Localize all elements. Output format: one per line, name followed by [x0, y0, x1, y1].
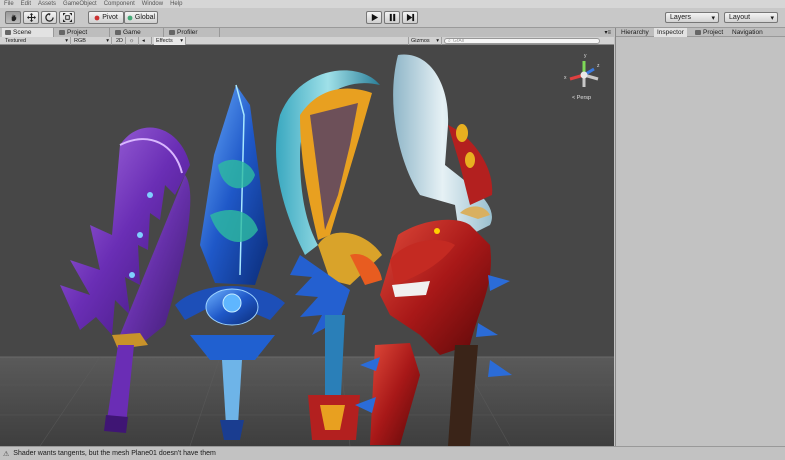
chevron-down-icon: ▾: [711, 14, 715, 22]
inspector-panel: Hierarchy Inspector Project Navigation: [615, 28, 785, 446]
warning-icon: ⚠: [3, 450, 10, 458]
draw-mode-dropdown[interactable]: Textured ▾: [3, 37, 71, 45]
gizmos-dropdown[interactable]: Gizmos ▾: [408, 37, 442, 45]
panel-menu-icon[interactable]: ▾≡: [604, 29, 611, 36]
menu-component[interactable]: Component: [104, 1, 135, 7]
tab-game[interactable]: Game: [112, 28, 164, 37]
tab-hierarchy[interactable]: Hierarchy: [618, 28, 652, 37]
menu-edit[interactable]: Edit: [21, 1, 31, 7]
pivot-icon: [94, 15, 100, 20]
tab-right-project[interactable]: Project: [692, 28, 726, 37]
folder-icon: [59, 30, 65, 35]
render-mode-dropdown[interactable]: RGB ▾: [72, 37, 112, 45]
search-icon: ⌕: [448, 38, 451, 44]
chevron-down-icon: ▾: [436, 38, 439, 44]
speaker-icon: ◂: [142, 38, 145, 44]
profiler-icon: [169, 30, 175, 35]
menu-file[interactable]: File: [4, 1, 14, 7]
pause-button[interactable]: [384, 11, 400, 24]
move-tool-button[interactable]: [23, 11, 39, 24]
globe-icon: [127, 15, 133, 20]
menu-assets[interactable]: Assets: [38, 1, 56, 7]
folder-icon: [695, 30, 701, 35]
audio-toggle[interactable]: ◂: [140, 37, 152, 45]
rotate-icon: [44, 13, 54, 22]
scene-tab-row: Scene Project Game Profiler ▾≡: [0, 28, 614, 37]
status-bar: ⚠ Shader wants tangents, but the mesh Pl…: [0, 446, 785, 460]
layers-dropdown[interactable]: Layers ▾: [665, 12, 719, 23]
tab-navigation[interactable]: Navigation: [729, 28, 766, 37]
hand-tool-button[interactable]: [5, 11, 21, 24]
orientation-gizmo[interactable]: y x z < Persp: [562, 53, 606, 105]
scale-icon: [62, 13, 72, 22]
main-toolbar: Pivot Global Layers ▾ Layout ▾: [0, 8, 785, 28]
menu-help[interactable]: Help: [170, 1, 182, 7]
status-message[interactable]: Shader wants tangents, but the mesh Plan…: [13, 450, 216, 457]
chevron-down-icon: ▾: [65, 38, 68, 44]
sun-icon: ☼: [129, 38, 135, 44]
projection-label[interactable]: < Persp: [572, 95, 591, 101]
play-icon: [371, 13, 378, 22]
scene-viewport[interactable]: y x z < Persp: [0, 45, 614, 446]
step-icon: [406, 13, 414, 22]
toggle-2d-button[interactable]: 2D: [114, 37, 126, 45]
move-icon: [26, 13, 36, 22]
scene-icon: [5, 30, 11, 35]
layout-dropdown[interactable]: Layout ▾: [724, 12, 778, 23]
scene-toolbar: Textured ▾ RGB ▾ 2D ☼ ◂ Effects ▾ Gizmos ▾ ⌕…: [0, 37, 614, 45]
rotate-tool-button[interactable]: [41, 11, 57, 24]
menu-bar: File Edit Assets GameObject Component Wi…: [0, 0, 785, 8]
step-button[interactable]: [402, 11, 418, 24]
tab-project[interactable]: Project: [56, 28, 110, 37]
chevron-down-icon: ▾: [106, 38, 109, 44]
menu-gameobject[interactable]: GameObject: [63, 1, 97, 7]
tab-scene[interactable]: Scene: [2, 28, 54, 37]
scene-search-input[interactable]: ⌕ GrAll: [444, 38, 600, 44]
tab-inspector[interactable]: Inspector: [654, 28, 687, 37]
global-button[interactable]: Global: [124, 11, 158, 24]
play-button[interactable]: [366, 11, 382, 24]
gamepad-icon: [115, 30, 121, 35]
effects-dropdown[interactable]: Effects ▾: [154, 37, 186, 45]
ground-plane: [0, 357, 614, 446]
chevron-down-icon: ▾: [770, 14, 774, 22]
scene-render: [0, 54, 614, 446]
hand-icon: [11, 14, 16, 22]
right-tab-row: Hierarchy Inspector Project Navigation: [616, 28, 785, 37]
pause-icon: [389, 13, 395, 22]
chevron-down-icon: ▾: [180, 38, 183, 44]
lighting-toggle[interactable]: ☼: [127, 37, 139, 45]
axis-gizmo-icon: [569, 61, 599, 87]
scale-tool-button[interactable]: [59, 11, 75, 24]
tab-profiler[interactable]: Profiler: [166, 28, 220, 37]
pivot-button[interactable]: Pivot: [88, 11, 124, 24]
menu-window[interactable]: Window: [142, 1, 163, 7]
